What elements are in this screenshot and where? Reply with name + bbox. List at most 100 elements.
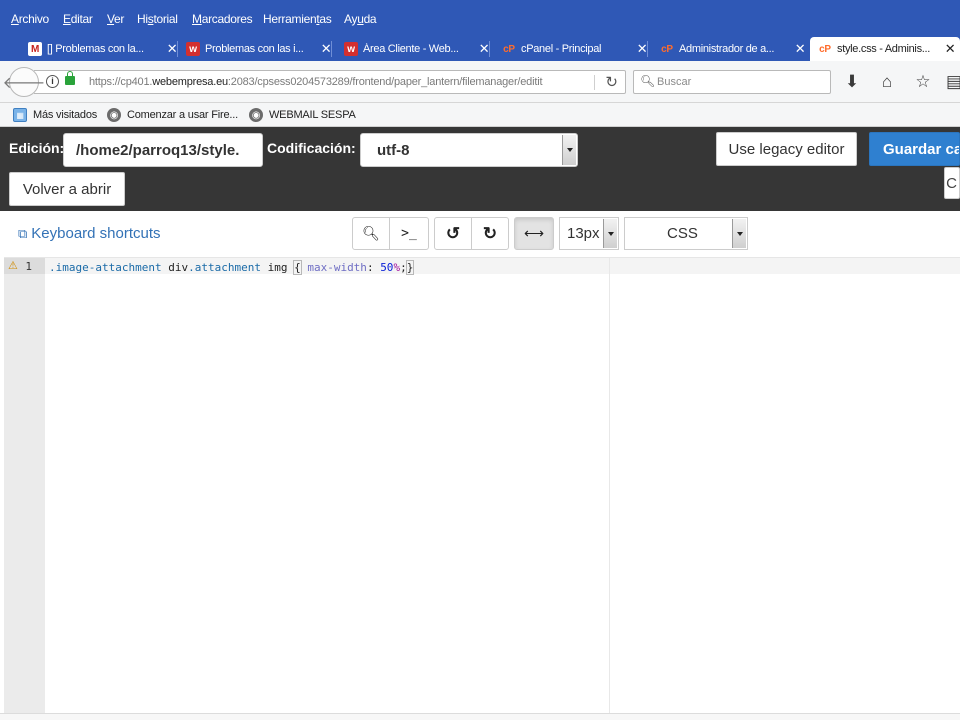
cpanel-icon: cP: [503, 43, 515, 55]
search-icon: 🔍︎: [362, 225, 380, 241]
close-button[interactable]: C: [944, 167, 960, 199]
menu-herramientas[interactable]: Herramientas: [263, 12, 332, 26]
search-bar[interactable]: 🔍︎ Buscar: [633, 70, 831, 94]
close-icon[interactable]: ✕: [794, 41, 806, 57]
tab-gmail[interactable]: M [] Problemas con la... ✕: [28, 37, 178, 61]
legacy-editor-button[interactable]: Use legacy editor: [716, 132, 857, 166]
menu-ayuda[interactable]: Ayuda: [344, 12, 377, 26]
code-area[interactable]: .image-attachment div.attachment img { m…: [45, 258, 960, 713]
font-size-value: 13px: [567, 225, 600, 242]
text-cursor: [413, 260, 415, 273]
tab-label: Problemas con las i...: [205, 43, 304, 55]
url-bar[interactable]: i https://cp401.webempresa.eu:2083/cpses…: [34, 70, 626, 94]
encoding-value: utf-8: [377, 141, 410, 159]
info-icon[interactable]: i: [46, 75, 59, 88]
css-semicolon: ;: [400, 261, 407, 274]
line-gutter: ⚠ 1: [4, 258, 45, 713]
tab-label: style.css - Adminis...: [837, 43, 931, 55]
menu-historial[interactable]: Historial: [137, 12, 178, 26]
code-line[interactable]: .image-attachment div.attachment img { m…: [49, 260, 415, 275]
editor-bottom-border: [0, 713, 960, 720]
command-line-button[interactable]: >_: [389, 217, 429, 250]
tab-problemas[interactable]: w Problemas con las i... ✕: [186, 37, 332, 61]
star-icon[interactable]: ☆: [913, 72, 933, 92]
reopen-button[interactable]: Volver a abrir: [9, 172, 125, 206]
css-property: max-width: [307, 261, 367, 274]
menu-ver[interactable]: Ver: [107, 12, 124, 26]
back-button[interactable]: 🡐: [3, 67, 45, 97]
css-tag: img: [267, 261, 288, 274]
menu-archivo[interactable]: Archivo: [11, 12, 49, 26]
library-icon[interactable]: ▤: [944, 72, 960, 92]
tab-administrador[interactable]: cP Administrador de a... ✕: [660, 37, 806, 61]
tab-label: [] Problemas con la...: [47, 43, 144, 55]
chevron-down-icon[interactable]: [562, 135, 576, 165]
menu-editar[interactable]: Editar: [63, 12, 93, 26]
css-element: div: [168, 261, 189, 274]
edicion-label: Edición:: [9, 140, 65, 156]
menu-bar: Archivo Editar Ver Historial Marcadores …: [0, 0, 960, 37]
reload-icon[interactable]: ↻: [605, 73, 618, 91]
cpanel-icon: cP: [661, 43, 673, 55]
url-separator: [594, 75, 595, 90]
tab-area-cliente[interactable]: w Área Cliente - Web... ✕: [344, 37, 490, 61]
bookmark-mas-visitados[interactable]: ▦ Más visitados: [13, 108, 97, 122]
close-icon[interactable]: ✕: [944, 41, 956, 57]
tab-strip: M [] Problemas con la... ✕ w Problemas c…: [0, 37, 960, 61]
editor-toolbar: Edición: /home2/parroq13/style. Codifica…: [0, 127, 960, 211]
css-class: .attachment: [188, 261, 261, 274]
tab-cpanel-principal[interactable]: cP cPanel - Principal ✕: [502, 37, 648, 61]
css-selector: .image-attachment: [49, 261, 162, 274]
css-colon: :: [366, 261, 374, 274]
encoding-select[interactable]: utf-8: [360, 133, 578, 167]
globe-icon: ◉: [107, 108, 121, 122]
language-mode-value: CSS: [667, 225, 698, 242]
bookmark-webmail-sespa[interactable]: ◉ WEBMAIL SESPA: [249, 108, 356, 122]
file-path-field[interactable]: /home2/parroq13/style.: [63, 133, 263, 167]
download-icon[interactable]: ⬇: [842, 72, 862, 92]
tab-label: Área Cliente - Web...: [363, 43, 459, 55]
tab-label: Administrador de a...: [679, 43, 775, 55]
tab-separator: [489, 41, 490, 57]
tab-separator: [331, 41, 332, 57]
word-wrap-toggle[interactable]: ⟷: [514, 217, 554, 250]
search-icon: 🔍︎: [640, 74, 656, 88]
language-mode-select[interactable]: CSS: [624, 217, 748, 250]
warning-icon[interactable]: ⚠: [8, 260, 18, 272]
url-text[interactable]: https://cp401.webempresa.eu:2083/cpsess0…: [89, 76, 543, 88]
redo-icon: ↻: [482, 223, 498, 243]
arrow-left-icon: 🡐: [2, 74, 46, 92]
folder-icon: ▦: [13, 108, 27, 122]
gmail-icon: M: [28, 42, 42, 56]
font-size-select[interactable]: 13px: [559, 217, 619, 250]
bookmark-label: WEBMAIL SESPA: [269, 109, 356, 121]
redo-button[interactable]: ↻: [471, 217, 509, 250]
lock-icon[interactable]: [65, 71, 75, 85]
open-brace: {: [293, 260, 302, 275]
home-icon[interactable]: ⌂: [877, 72, 897, 92]
menu-marcadores[interactable]: Marcadores: [192, 12, 253, 26]
print-margin: [609, 258, 610, 713]
chevron-down-icon[interactable]: [603, 219, 617, 248]
keyboard-shortcuts-link[interactable]: ⧉ Keyboard shortcuts: [18, 225, 161, 242]
close-brace: }: [405, 260, 415, 275]
chevron-down-icon[interactable]: [732, 219, 746, 248]
globe-icon: ◉: [249, 108, 263, 122]
css-number: 50: [380, 261, 394, 274]
bookmark-comenzar-firefox[interactable]: ◉ Comenzar a usar Fire...: [107, 108, 238, 122]
line-number: 1: [25, 260, 32, 273]
undo-icon: ↺: [445, 223, 461, 243]
tab-style-css[interactable]: cP style.css - Adminis... ✕: [810, 37, 960, 61]
bookmark-label: Más visitados: [33, 109, 98, 121]
save-changes-button[interactable]: Guardar cambios: [869, 132, 960, 166]
bookmark-label: Comenzar a usar Fire...: [127, 109, 238, 121]
code-editor[interactable]: ⚠ 1 .image-attachment div.attachment img…: [4, 257, 960, 713]
webempresa-icon: w: [186, 42, 200, 56]
undo-button[interactable]: ↺: [434, 217, 472, 250]
search-button[interactable]: 🔍︎: [352, 217, 390, 250]
cpanel-icon: cP: [819, 43, 831, 55]
tab-separator: [647, 41, 648, 57]
webempresa-icon: w: [344, 42, 358, 56]
bookmarks-toolbar: ▦ Más visitados ◉ Comenzar a usar Fire..…: [0, 103, 960, 127]
codificacion-label: Codificación:: [267, 140, 356, 156]
